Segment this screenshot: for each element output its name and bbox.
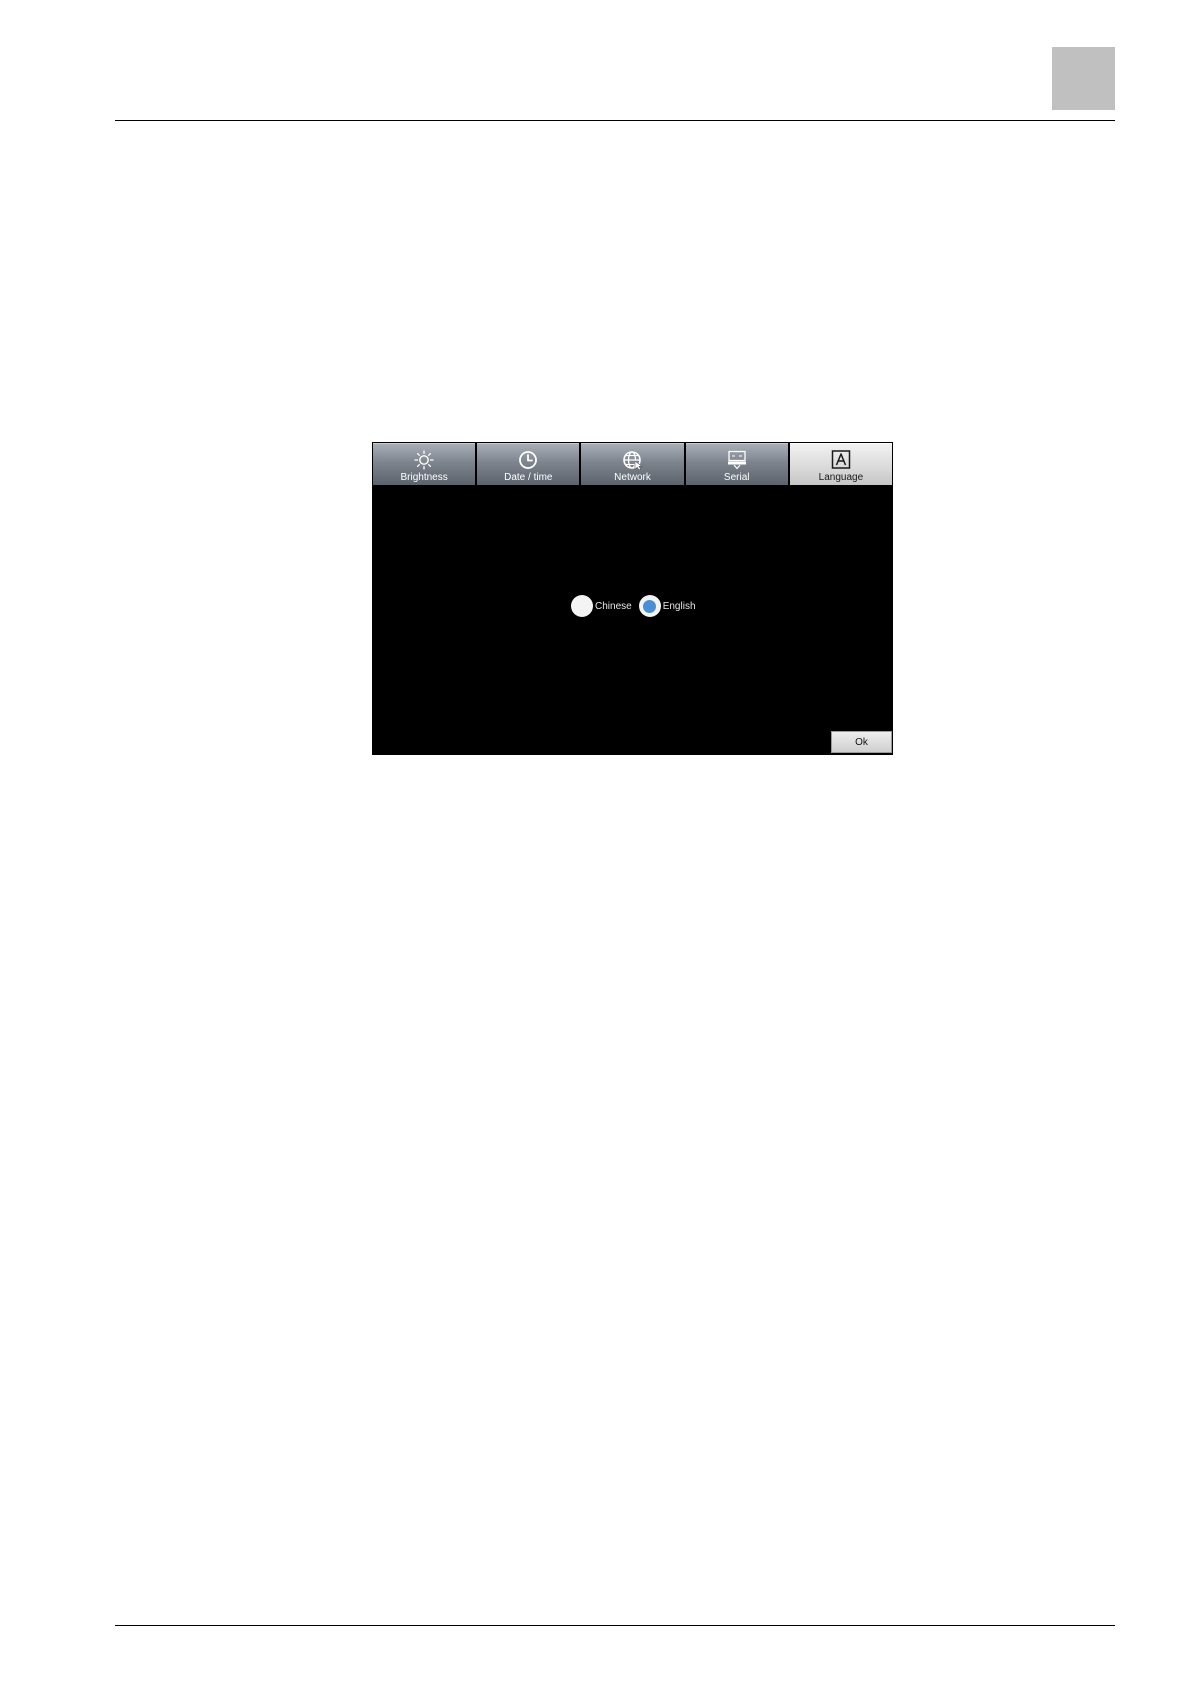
tab-label: Date / time [504, 472, 553, 483]
letter-a-icon [829, 449, 853, 471]
serial-port-icon [725, 449, 749, 471]
radio-selected-dot [643, 599, 657, 613]
radio-english[interactable]: English [638, 595, 696, 617]
settings-tabbar: Brightness Date / time Network Serial La… [373, 443, 893, 485]
radio-circle[interactable] [571, 595, 593, 617]
tab-label: Language [818, 472, 864, 483]
header-rule [115, 120, 1115, 121]
settings-screen: Brightness Date / time Network Serial La… [372, 442, 893, 755]
tab-serial[interactable]: Serial [685, 443, 788, 485]
radio-label: English [662, 600, 696, 612]
clock-icon [516, 449, 540, 471]
tab-label: Network [614, 472, 651, 483]
sun-icon [412, 449, 436, 471]
footer-rule [115, 1625, 1115, 1626]
language-radio-group: Chinese English [571, 595, 696, 617]
tab-language[interactable]: Language [789, 443, 893, 485]
page-corner-tab [1052, 47, 1115, 110]
radio-chinese[interactable]: Chinese [571, 595, 632, 617]
tab-brightness[interactable]: Brightness [373, 443, 476, 485]
globe-icon [621, 449, 645, 471]
ok-button[interactable]: Ok [831, 731, 892, 753]
tab-label: Brightness [400, 472, 448, 483]
radio-label: Chinese [595, 600, 632, 612]
radio-circle[interactable] [638, 595, 661, 617]
tab-label: Serial [723, 472, 750, 483]
tab-date-time[interactable]: Date / time [477, 443, 580, 485]
tab-network[interactable]: Network [581, 443, 684, 485]
